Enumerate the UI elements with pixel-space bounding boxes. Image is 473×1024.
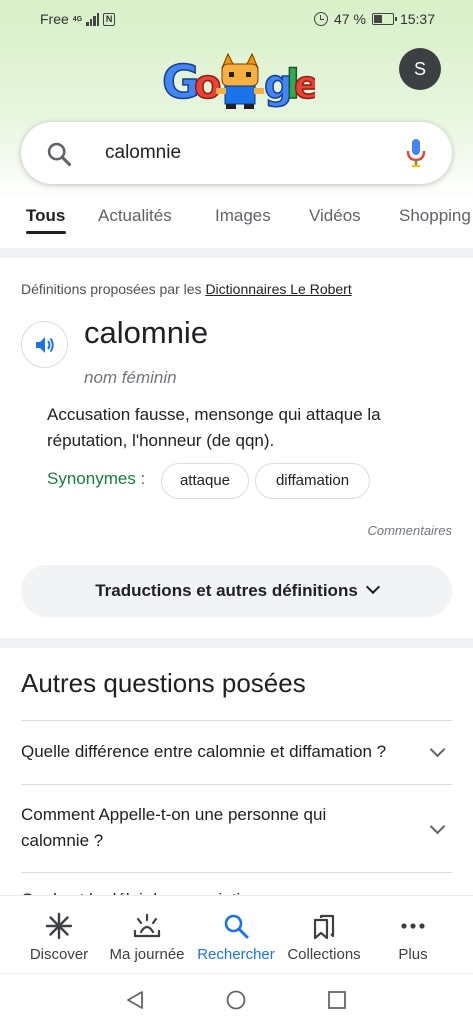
- active-tab-indicator: [26, 231, 66, 234]
- search-tabs: Tous Actualités Images Vidéos Shopping: [0, 200, 473, 248]
- dictionary-provider: Définitions proposées par les Dictionnai…: [21, 281, 352, 297]
- google-doodle-logo[interactable]: G o g l e: [160, 50, 315, 110]
- chevron-down-icon[interactable]: [429, 741, 446, 758]
- alarm-icon: [314, 12, 329, 26]
- home-icon[interactable]: [225, 989, 247, 1011]
- status-bar: Free 4G N 47 % 15:37: [0, 0, 473, 38]
- search-query[interactable]: calomnie: [105, 142, 181, 164]
- nav-label: Collections: [287, 946, 361, 963]
- pronunciation-button[interactable]: [21, 321, 68, 368]
- signal-icon: [86, 12, 100, 26]
- nav-label: Ma journée: [109, 946, 185, 963]
- nav-more[interactable]: Plus: [366, 896, 460, 974]
- network-type-label: 4G: [72, 15, 83, 23]
- divider: [21, 872, 452, 873]
- feedback-link[interactable]: Commentaires: [367, 523, 452, 538]
- search-icon[interactable]: [45, 140, 73, 168]
- battery-icon: [371, 13, 397, 25]
- speaker-icon: [36, 337, 54, 353]
- divider: [21, 784, 452, 785]
- nav-my-day[interactable]: Ma journée: [100, 896, 194, 974]
- tab-shopping[interactable]: Shopping: [399, 206, 471, 226]
- tab-images[interactable]: Images: [215, 206, 271, 226]
- paa-title: Autres questions posées: [21, 668, 306, 698]
- carrier-label: Free: [40, 11, 69, 27]
- paa-question[interactable]: Comment Appelle-t-on une personne qui ca…: [21, 802, 391, 854]
- back-icon[interactable]: [124, 989, 146, 1011]
- svg-text:e: e: [294, 63, 315, 107]
- synonyms-label: Synonymes :: [47, 469, 146, 488]
- nfc-icon: N: [103, 12, 116, 26]
- asterisk-icon: [45, 912, 73, 940]
- system-navigation-bar: [0, 973, 473, 1024]
- status-left: Free 4G N: [40, 11, 116, 27]
- nav-collections[interactable]: Collections: [277, 896, 371, 974]
- synonym-chip-attaque[interactable]: attaque: [161, 463, 249, 499]
- bookmarks-icon: [313, 914, 335, 940]
- svg-text:o: o: [194, 62, 221, 108]
- divider: [21, 720, 452, 721]
- synonym-chip-diffamation[interactable]: diffamation: [255, 463, 370, 499]
- chevron-down-icon[interactable]: [429, 818, 446, 835]
- more-definitions-label: Traductions et autres définitions: [95, 581, 358, 600]
- account-avatar[interactable]: S: [399, 48, 441, 90]
- chevron-down-icon: [365, 579, 380, 595]
- bottom-navigation: Discover Ma journée Rechercher Collectio…: [0, 895, 473, 973]
- section-divider: [0, 248, 473, 258]
- recents-icon[interactable]: [326, 989, 348, 1011]
- tab-videos[interactable]: Vidéos: [309, 206, 361, 226]
- nav-label: Discover: [29, 946, 89, 963]
- nav-label: Plus: [398, 946, 428, 963]
- provider-link[interactable]: Dictionnaires Le Robert: [205, 281, 351, 297]
- microphone-icon[interactable]: [405, 138, 427, 168]
- tab-news[interactable]: Actualités: [98, 206, 172, 226]
- paa-question[interactable]: Quelle différence entre calomnie et diff…: [21, 739, 411, 765]
- clock: 15:37: [399, 11, 435, 27]
- more-definitions-button[interactable]: Traductions et autres définitions: [21, 565, 452, 617]
- section-divider: [0, 638, 473, 648]
- status-right: 47 % 15:37: [314, 11, 435, 27]
- search-icon: [224, 914, 249, 939]
- sunrise-icon: [133, 913, 161, 938]
- nav-search[interactable]: Rechercher: [189, 896, 283, 974]
- dictionary-headword: calomnie: [84, 315, 209, 350]
- more-dots-icon: [401, 923, 425, 929]
- nav-label: Rechercher: [197, 946, 275, 963]
- part-of-speech: nom féminin: [84, 368, 177, 387]
- provider-prefix: Définitions proposées par les: [21, 281, 206, 297]
- tab-all[interactable]: Tous: [26, 206, 65, 226]
- definition-text: Accusation fausse, mensonge qui attaque …: [47, 405, 381, 450]
- nav-discover[interactable]: Discover: [12, 896, 106, 974]
- search-box[interactable]: calomnie: [21, 122, 452, 184]
- battery-percent: 47 %: [334, 11, 366, 27]
